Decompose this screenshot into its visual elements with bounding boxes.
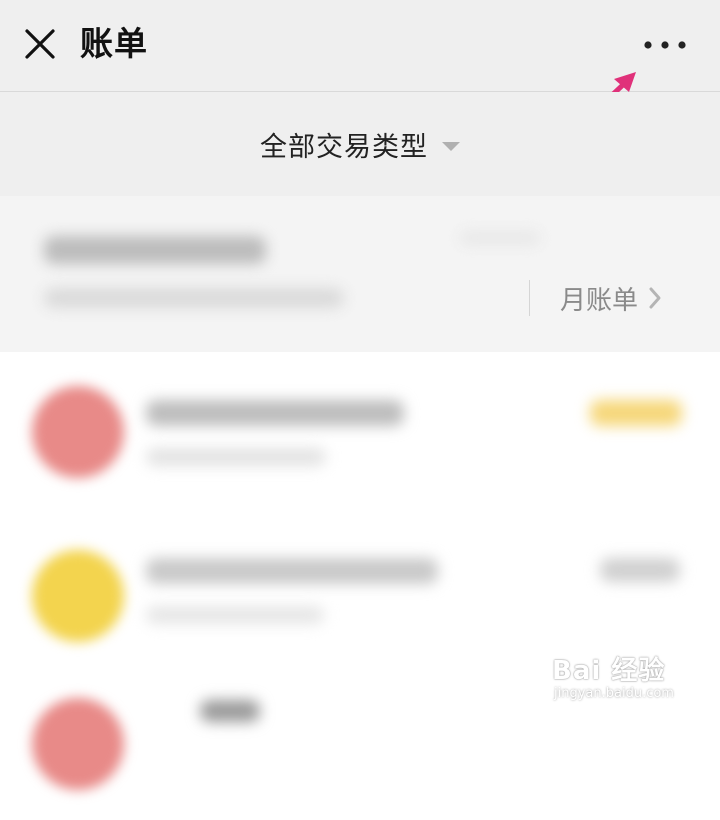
transaction-type-dropdown[interactable]: 全部交易类型	[0, 92, 720, 196]
monthly-bill-label: 月账单	[560, 285, 639, 316]
blurred-amount	[590, 400, 682, 426]
blurred-month-stats	[44, 288, 344, 308]
blurred-merchant-name	[146, 558, 438, 584]
transaction-type-label: 全部交易类型	[260, 131, 428, 163]
blurred-merchant-name	[146, 400, 404, 426]
blurred-transaction-time	[146, 448, 326, 466]
caret-down-icon	[442, 141, 460, 151]
blurred-month-heading	[44, 236, 266, 264]
list-item[interactable]	[0, 352, 720, 508]
merchant-avatar	[32, 698, 124, 790]
month-summary: 月账单	[0, 196, 720, 352]
merchant-avatar	[32, 386, 124, 478]
watermark-logo-text: Bai 经验	[552, 656, 666, 686]
baidu-jingyan-watermark: Bai 经验 jingyan.baidu.com	[552, 650, 702, 710]
watermark-url: jingyan.baidu.com	[554, 686, 674, 701]
more-dots-icon	[644, 41, 686, 49]
blurred-merchant-name	[200, 700, 260, 722]
blurred-transaction-time	[146, 606, 324, 624]
close-icon	[25, 29, 55, 59]
chevron-right-icon	[649, 287, 661, 309]
more-options-button[interactable]	[640, 28, 690, 62]
filter-bar: 全部交易类型	[0, 92, 720, 196]
page-title: 账单	[80, 24, 148, 63]
merchant-avatar	[32, 550, 124, 642]
blurred-amount	[600, 558, 680, 582]
close-button[interactable]	[20, 22, 60, 66]
summary-divider	[529, 280, 530, 316]
list-item[interactable]	[0, 508, 720, 664]
blurred-summary-hint	[460, 232, 540, 244]
monthly-bill-link[interactable]: 月账单	[560, 276, 662, 320]
